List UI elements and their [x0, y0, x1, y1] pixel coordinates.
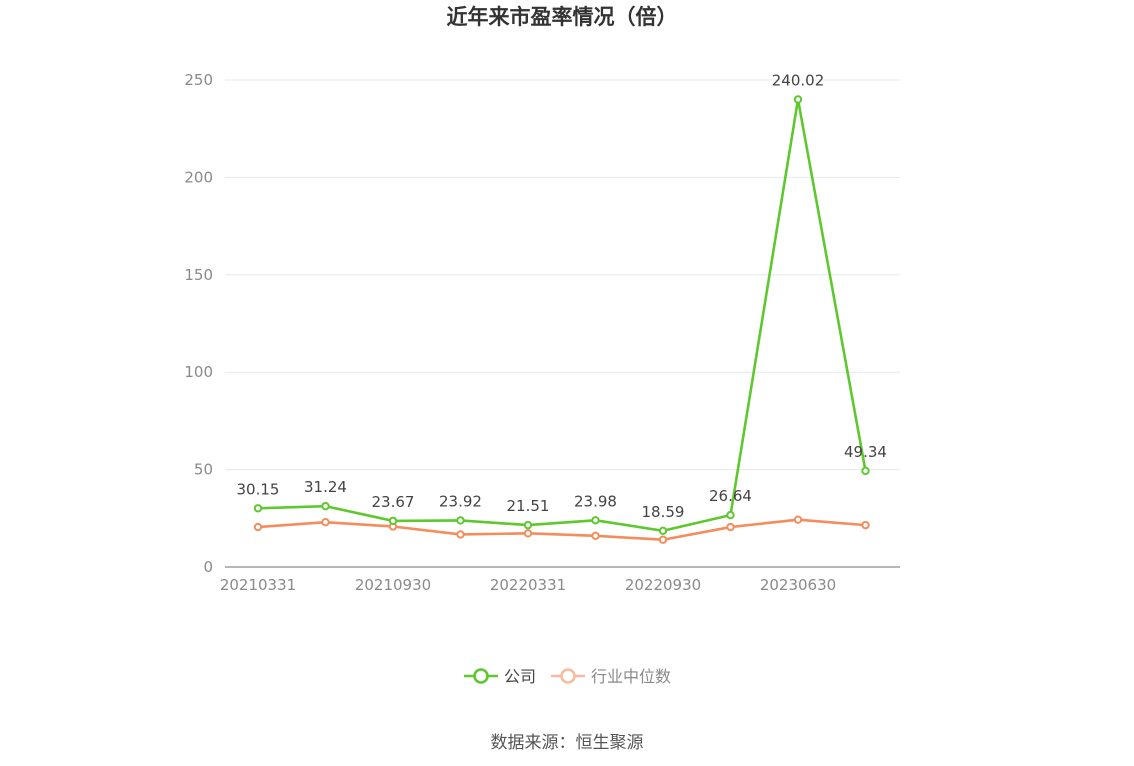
grid-lines	[225, 79, 900, 471]
pe-ratio-chart: 近年来市盈率情况（倍） 050100150200250 20210331 2021…	[184, 5, 900, 753]
y-tick-label: 100	[184, 363, 213, 381]
series-point-0[interactable]	[861, 466, 870, 476]
y-tick-label: 200	[184, 168, 213, 186]
data-label: 240.02	[772, 71, 825, 89]
series-point-0[interactable]	[523, 520, 533, 530]
data-label: 49.34	[844, 443, 887, 461]
x-tick-label: 20210331	[220, 576, 296, 594]
legend-item[interactable]: 行业中位数	[551, 667, 671, 686]
legend-marker	[473, 668, 489, 684]
data-label: 21.51	[507, 497, 550, 515]
x-tick-label: 20220331	[490, 576, 566, 594]
series-point-1[interactable]	[793, 515, 803, 524]
data-labels: 30.15 31.24 23.67 23.92 21.51 23.98 18.59 26.64…	[237, 71, 887, 520]
series-point-1[interactable]	[321, 517, 330, 527]
data-label: 23.98	[574, 492, 617, 510]
series-point-1[interactable]	[726, 522, 735, 532]
series-point-1[interactable]	[523, 529, 533, 538]
series-point-1[interactable]	[861, 520, 870, 530]
series-line-0	[257, 98, 867, 533]
y-axis-ticks: 0 50 100 150 200 250	[184, 71, 213, 576]
series-point-0[interactable]	[388, 516, 398, 526]
chart-title: 近年来市盈率情况（倍）	[447, 5, 678, 29]
series-point-0[interactable]	[793, 95, 803, 104]
legend-label: 行业中位数	[591, 667, 671, 686]
series-point-0[interactable]	[658, 526, 668, 535]
data-label: 18.59	[642, 503, 685, 521]
y-tick-label: 50	[194, 461, 213, 479]
legend-item[interactable]: 公司	[464, 667, 536, 686]
series-point-1[interactable]	[658, 535, 668, 544]
series-layer	[253, 95, 870, 544]
legend-label: 公司	[504, 667, 536, 686]
series-point-0[interactable]	[726, 510, 735, 520]
source-note: 数据来源：恒生聚源	[491, 733, 644, 753]
y-tick-label: 150	[184, 266, 213, 284]
series-point-0[interactable]	[591, 516, 600, 525]
series-point-0[interactable]	[321, 501, 330, 511]
x-tick-label: 20210930	[355, 576, 431, 594]
series-point-1[interactable]	[253, 522, 263, 532]
data-label: 23.67	[372, 493, 415, 511]
data-label: 26.64	[709, 487, 752, 505]
data-label: 30.15	[237, 480, 280, 498]
data-label: 23.92	[439, 492, 482, 510]
x-axis-ticks: 20210331 20210930 20220331 20220930 20230630	[220, 576, 836, 594]
series-point-1[interactable]	[456, 530, 465, 539]
legend-marker	[560, 668, 576, 684]
y-tick-label: 0	[203, 558, 213, 576]
x-tick-label: 20230630	[760, 576, 836, 594]
series-point-0[interactable]	[456, 516, 465, 525]
series-point-1[interactable]	[591, 531, 600, 541]
data-label: 31.24	[304, 478, 347, 496]
legend[interactable]: 公司 行业中位数	[464, 667, 671, 686]
series-point-0[interactable]	[253, 504, 263, 513]
y-tick-label: 250	[184, 71, 213, 89]
x-tick-label: 20220930	[625, 576, 701, 594]
